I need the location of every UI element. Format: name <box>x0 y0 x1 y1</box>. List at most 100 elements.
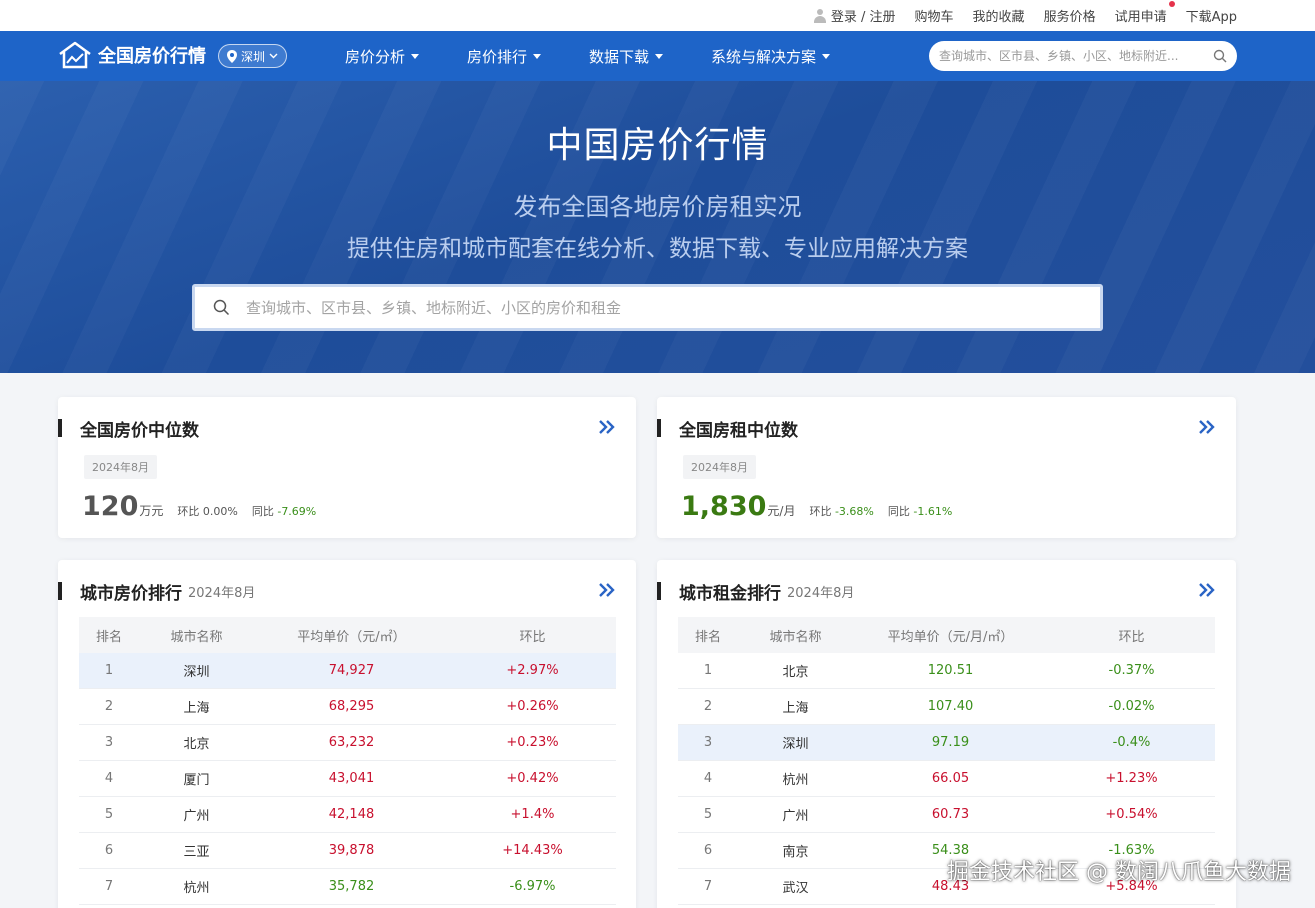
pricing-link[interactable]: 服务价格 <box>1044 6 1096 25</box>
watermark: 掘金技术社区 @ 数阔八爪鱼大数据 <box>947 860 1291 885</box>
main-menu: 房价分析 房价排行 数据下载 系统与解决方案 <box>345 31 831 81</box>
favorites-link[interactable]: 我的收藏 <box>973 6 1025 25</box>
double-chevron-right-icon[interactable] <box>598 582 616 598</box>
rank-cell: 4 <box>703 771 713 786</box>
city-cell: 武汉 <box>782 881 809 896</box>
city-price-rank-card: 城市房价排行 2024年8月 排名 城市名称 平均单价（元/㎡） 环比 1 深圳… <box>58 560 636 908</box>
menu-price-rank[interactable]: 房价排行 <box>467 46 542 67</box>
city-cell: 杭州 <box>183 881 210 896</box>
card-title-text: 城市租金排行 <box>679 583 781 604</box>
yoy-label: 同比 <box>887 505 910 518</box>
logo[interactable]: 全国房价行情 <box>58 41 206 69</box>
change-cell: -0.02% <box>1108 699 1155 714</box>
caret-down-icon <box>822 53 831 59</box>
nav-search-box <box>929 41 1237 71</box>
city-selector[interactable]: 深圳 <box>218 44 288 68</box>
col-city: 城市名称 <box>170 629 223 645</box>
caret-down-icon <box>533 53 542 59</box>
yoy-value: -1.61% <box>913 505 953 518</box>
city-cell: 南京 <box>782 845 809 860</box>
mom-label: 环比 <box>177 505 200 518</box>
price-rank-table: 排名 城市名称 平均单价（元/㎡） 环比 1 深圳 74,927 +2.97% … <box>79 617 616 905</box>
search-icon[interactable] <box>1213 49 1227 63</box>
hero-subtitle: 发布全国各地房价房租实况 <box>513 193 802 221</box>
change-cell: +2.97% <box>506 663 559 678</box>
cart-link[interactable]: 购物车 <box>915 6 954 25</box>
table-row[interactable]: 5 广州 60.73 +0.54% <box>678 797 1215 833</box>
chevron-down-icon <box>269 53 278 59</box>
table-row[interactable]: 4 杭州 66.05 +1.23% <box>678 761 1215 797</box>
rank-cell: 3 <box>703 735 713 750</box>
logo-text: 全国房价行情 <box>98 46 206 67</box>
change-cell: +0.54% <box>1105 807 1158 822</box>
hero-title: 中国房价行情 <box>546 125 769 166</box>
login-link[interactable]: 登录 / 注册 <box>813 6 896 25</box>
change-cell: +1.4% <box>510 807 555 822</box>
card-date: 2024年8月 <box>188 585 256 601</box>
price-cell: 35,782 <box>328 879 375 894</box>
menu-solutions[interactable]: 系统与解决方案 <box>711 46 831 67</box>
table-row[interactable]: 6 三亚 39,878 +14.43% <box>79 833 616 869</box>
yoy-value: -7.69% <box>277 505 317 518</box>
price-cell: 63,232 <box>328 735 375 750</box>
double-chevron-right-icon[interactable] <box>1198 582 1216 598</box>
hero-search-box <box>192 284 1103 331</box>
median-unit: 万元 <box>139 504 164 518</box>
change-cell: -0.37% <box>1108 663 1155 678</box>
yoy-stat: 同比 -1.61% <box>888 503 952 519</box>
mom-label: 环比 <box>809 505 832 518</box>
table-row[interactable]: 3 深圳 97.19 -0.4% <box>678 725 1215 761</box>
col-city: 城市名称 <box>769 629 822 645</box>
search-icon[interactable] <box>213 299 230 316</box>
menu-price-analysis[interactable]: 房价分析 <box>345 46 420 67</box>
city-cell: 广州 <box>782 809 809 824</box>
user-icon <box>813 8 827 23</box>
rank-cell: 6 <box>104 843 114 858</box>
city-cell: 上海 <box>183 701 210 716</box>
change-cell: -0.4% <box>1112 735 1151 750</box>
hero-search-input[interactable] <box>246 298 1082 317</box>
change-cell: +14.43% <box>502 843 563 858</box>
trial-link[interactable]: 试用申请 <box>1115 1 1175 25</box>
rent-cell: 120.51 <box>927 663 974 678</box>
notification-dot <box>1168 1 1175 7</box>
card-title: 城市房价排行 2024年8月 <box>58 580 256 604</box>
price-cell: 43,041 <box>328 771 375 786</box>
menu-data-download[interactable]: 数据下载 <box>589 46 664 67</box>
table-row[interactable]: 2 上海 107.40 -0.02% <box>678 689 1215 725</box>
table-row[interactable]: 3 北京 63,232 +0.23% <box>79 725 616 761</box>
date-tag: 2024年8月 <box>84 455 157 479</box>
table-row[interactable]: 1 深圳 74,927 +2.97% <box>79 653 616 689</box>
table-row[interactable]: 2 上海 68,295 +0.26% <box>79 689 616 725</box>
col-price: 平均单价（元/㎡） <box>297 629 406 645</box>
rank-cell: 5 <box>104 807 114 822</box>
nav-search-input[interactable] <box>939 49 1213 63</box>
top-links: 登录 / 注册 购物车 我的收藏 服务价格 试用申请 下载App <box>813 0 1237 31</box>
yoy-stat: 同比 -7.69% <box>252 503 316 519</box>
rank-cell: 4 <box>104 771 114 786</box>
download-app-link[interactable]: 下载App <box>1186 6 1237 25</box>
rent-median-card: 全国房租中位数 2024年8月 1,830 元/月 环比 -3.68% 同比 -… <box>657 397 1236 538</box>
col-rank: 排名 <box>95 629 122 645</box>
median-value-row: 1,830 元/月 环比 -3.68% 同比 -1.61% <box>681 491 952 522</box>
change-cell: -6.97% <box>509 879 556 894</box>
table-row[interactable]: 1 北京 120.51 -0.37% <box>678 653 1215 689</box>
price-median-card: 全国房价中位数 2024年8月 120 万元 环比 0.00% 同比 -7.69… <box>58 397 636 538</box>
rank-cell: 2 <box>104 699 114 714</box>
table-row[interactable]: 7 杭州 35,782 -6.97% <box>79 869 616 905</box>
table-row[interactable]: 4 厦门 43,041 +0.42% <box>79 761 616 797</box>
card-title: 全国房价中位数 <box>58 417 199 441</box>
double-chevron-right-icon[interactable] <box>1198 419 1216 435</box>
city-cell: 上海 <box>782 701 809 716</box>
card-date: 2024年8月 <box>787 585 855 601</box>
rank-cell: 3 <box>104 735 114 750</box>
rent-cell: 107.40 <box>927 699 974 714</box>
rank-cell: 1 <box>703 663 713 678</box>
rank-cell: 7 <box>104 879 114 894</box>
double-chevron-right-icon[interactable] <box>598 419 616 435</box>
table-row[interactable]: 5 广州 42,148 +1.4% <box>79 797 616 833</box>
median-value: 1,830 <box>681 491 767 522</box>
city-cell: 厦门 <box>183 773 210 788</box>
main-nav: 全国房价行情 深圳 房价分析 房价排行 数据下载 系统与解决方案 <box>0 31 1315 81</box>
change-cell: +1.23% <box>1105 771 1158 786</box>
